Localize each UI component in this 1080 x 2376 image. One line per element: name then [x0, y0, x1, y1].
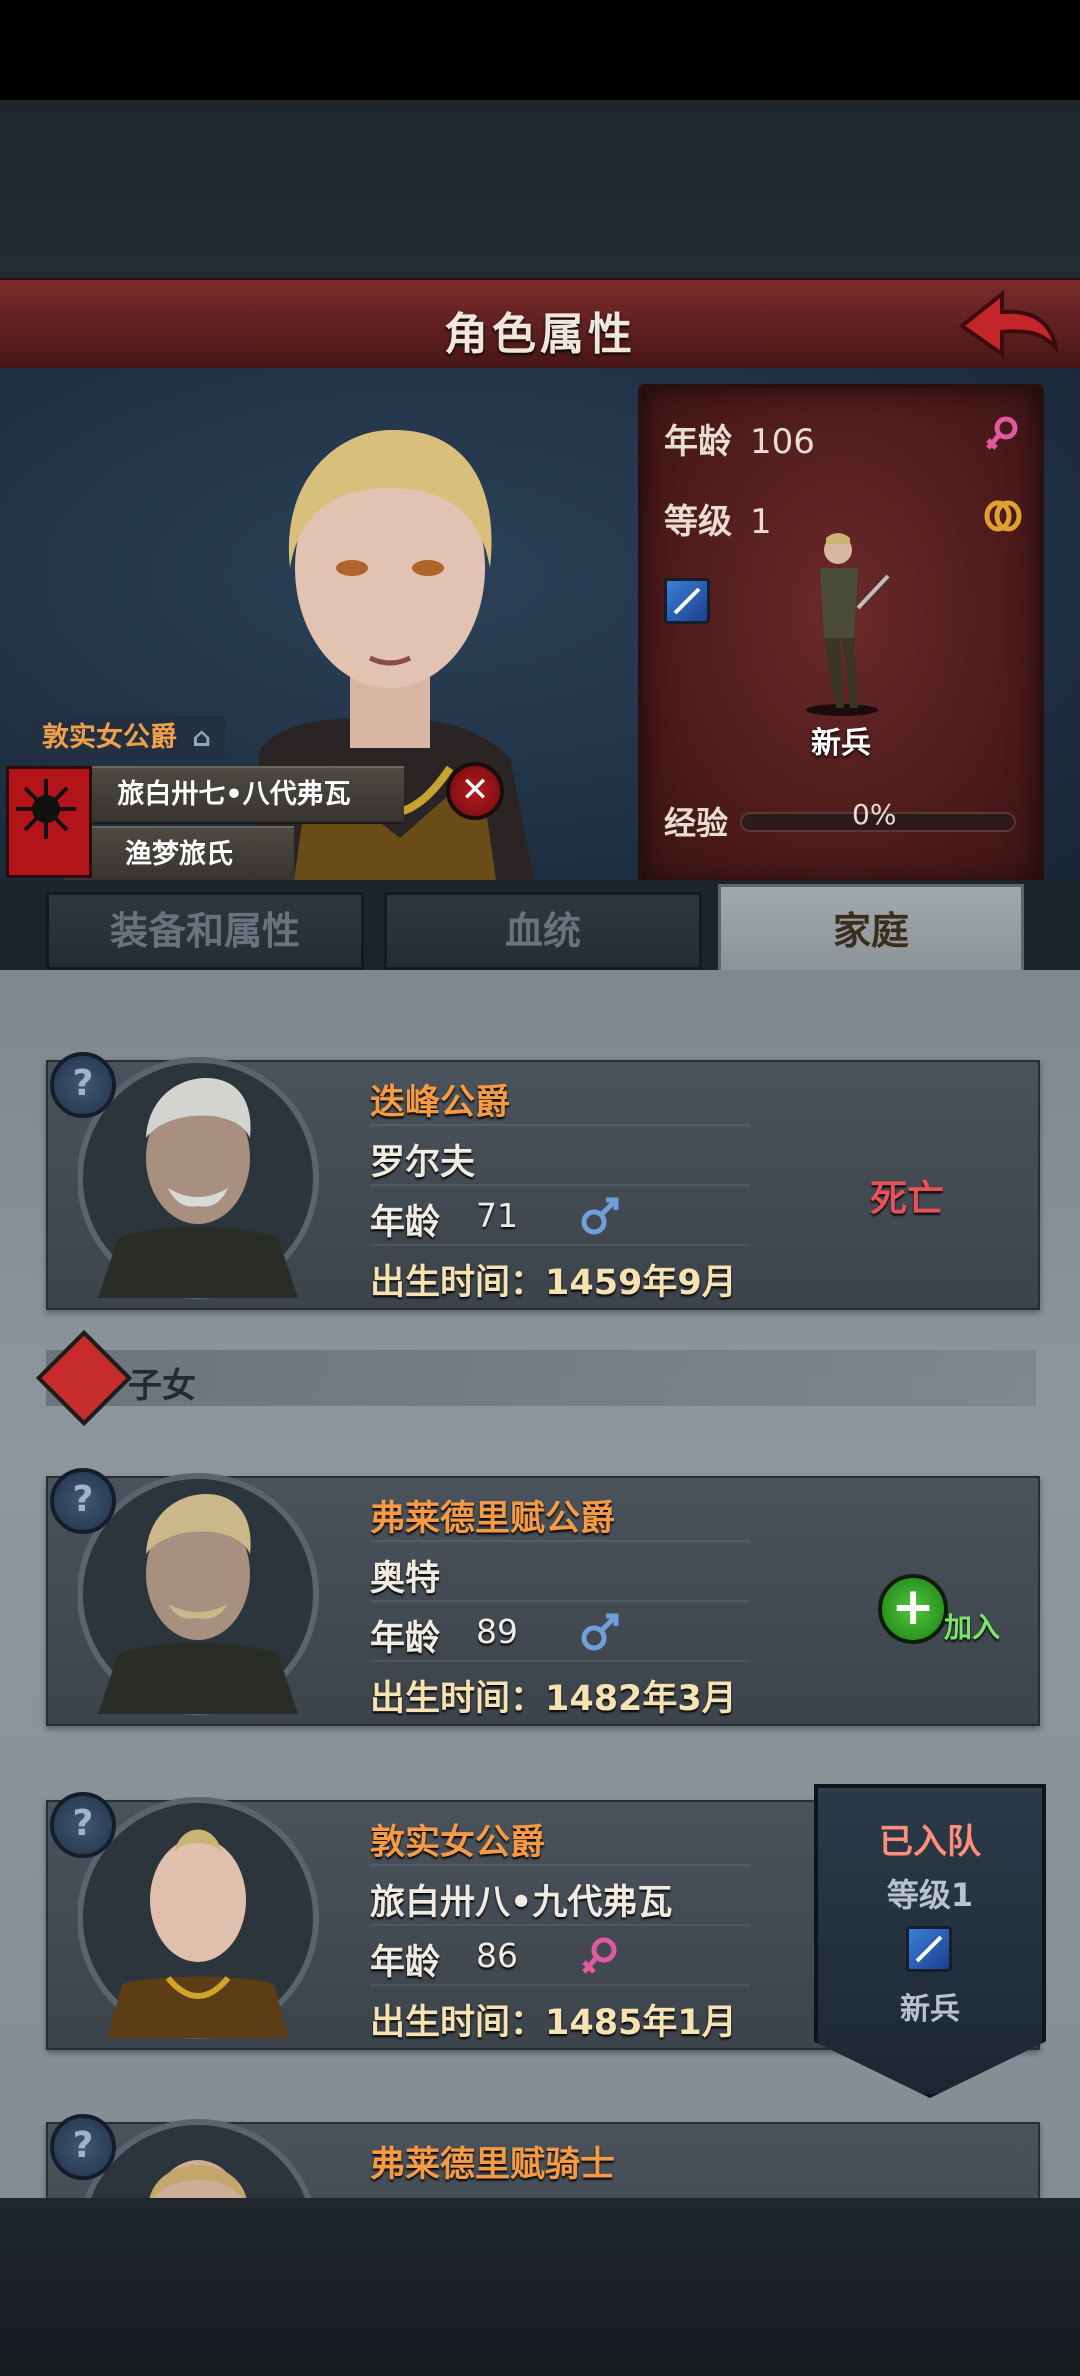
tab-bloodline[interactable]: 血统 [384, 892, 702, 970]
female-icon [986, 416, 1018, 450]
member-age-label: 年龄 [370, 1203, 441, 1243]
joined-status: 已入队 [879, 1822, 981, 1862]
help-icon[interactable]: ? [50, 2114, 116, 2180]
age-label: 年龄 [664, 422, 732, 462]
character-title: 敦实女公爵 [42, 722, 177, 753]
family-card-child-3[interactable]: ? 弗莱德里赋骑士 [46, 2114, 1040, 2198]
unit-figure [806, 533, 890, 716]
member-age: 89 [476, 1612, 518, 1651]
header-bar: 角色属性 [0, 278, 1080, 373]
sword-skill-icon [906, 1926, 952, 1972]
member-age: 71 [476, 1196, 518, 1235]
joined-level: 等级1 [886, 1876, 974, 1914]
member-name: 旅白卅八•九代弗瓦 [370, 1883, 673, 1923]
joined-unit: 新兵 [900, 1992, 960, 2027]
back-button[interactable] [958, 286, 1060, 362]
character-banner-text: 旅白卅七•八代弗瓦 [117, 779, 351, 810]
level-value: 1 [750, 502, 772, 542]
add-icon: + [891, 1577, 935, 1637]
page-title: 角色属性 [444, 309, 636, 360]
member-portrait [84, 2119, 312, 2198]
sun-crest-icon [16, 779, 76, 839]
age-row: 年龄 106 [664, 414, 815, 463]
age-value: 106 [750, 422, 815, 462]
member-age-label: 年龄 [370, 1619, 441, 1659]
member-title: 迭峰公爵 [370, 1083, 511, 1123]
member-age: 86 [476, 1936, 518, 1975]
exp-value: 0% [852, 798, 897, 831]
tab-bar: 装备和属性 血统 家庭 [0, 880, 1080, 978]
clan-crest [6, 766, 92, 878]
help-icon[interactable]: ? [50, 1468, 116, 1534]
tab-family[interactable]: 家庭 [718, 884, 1024, 978]
sword-skill-icon[interactable] [664, 578, 710, 624]
family-section-icon [35, 1329, 133, 1427]
female-icon [582, 1937, 617, 1974]
member-name: 罗尔夫 [370, 1143, 476, 1183]
male-icon [581, 1613, 619, 1651]
member-portrait [78, 1473, 319, 1715]
member-birth: 出生时间：1459年9月 [370, 1263, 737, 1303]
family-card-parent[interactable]: ? 迭峰公爵 罗尔夫 年龄 71 出生时间：1459年9月 死亡 [46, 1052, 1040, 1310]
male-icon [581, 1197, 619, 1235]
status-dead: 死亡 [870, 1177, 944, 1220]
level-row: 等级 1 [664, 494, 772, 543]
member-portrait [78, 1057, 319, 1299]
family-card-child-1[interactable]: ? 弗莱德里赋公爵 奥特 年龄 89 出生时间：1482年3月 + 加入 [46, 1468, 1040, 1726]
member-title: 弗莱德里赋骑士 [370, 2145, 616, 2185]
member-birth: 出生时间：1482年3月 [370, 1679, 737, 1719]
help-icon[interactable]: ? [50, 1052, 116, 1118]
member-age-label: 年龄 [370, 1943, 441, 1983]
member-name: 奥特 [370, 1559, 441, 1599]
exp-label: 经验 [664, 804, 729, 842]
back-arrow-icon [958, 289, 1060, 358]
party-joined-banner: 已入队 等级1 新兵 [814, 1784, 1046, 2098]
member-title: 敦实女公爵 [370, 1823, 546, 1863]
children-section-label: 子女 [128, 1366, 196, 1406]
character-clan-name: 渔梦旅氏 [64, 826, 294, 884]
ring-icon[interactable] [982, 496, 1022, 536]
home-icon: ⌂ [192, 723, 212, 753]
remove-icon: ✕ [460, 770, 490, 810]
children-section-header: 子女 [35, 1329, 1036, 1427]
remove-character-button[interactable]: ✕ [446, 762, 504, 820]
stat-panel: 年龄 106 等级 1 新兵 经验 0% [638, 384, 1044, 888]
tab-equipment[interactable]: 装备和属性 [46, 892, 364, 970]
character-title-tag: 敦实女公爵 ⌂ [28, 716, 226, 760]
member-birth: 出生时间：1485年1月 [370, 2003, 737, 2043]
level-label: 等级 [664, 502, 732, 542]
member-title: 弗莱德里赋公爵 [370, 1499, 616, 1539]
character-clan-text: 渔梦旅氏 [125, 839, 233, 870]
help-icon[interactable]: ? [50, 1792, 116, 1858]
add-to-party-button[interactable]: + [878, 1574, 948, 1644]
character-banner-name: 旅白卅七•八代弗瓦 [64, 766, 404, 824]
unit-name: 新兵 [811, 726, 871, 761]
member-portrait [78, 1797, 319, 2039]
bottom-area [0, 2198, 1080, 2376]
join-label[interactable]: 加入 [944, 1606, 1000, 1646]
